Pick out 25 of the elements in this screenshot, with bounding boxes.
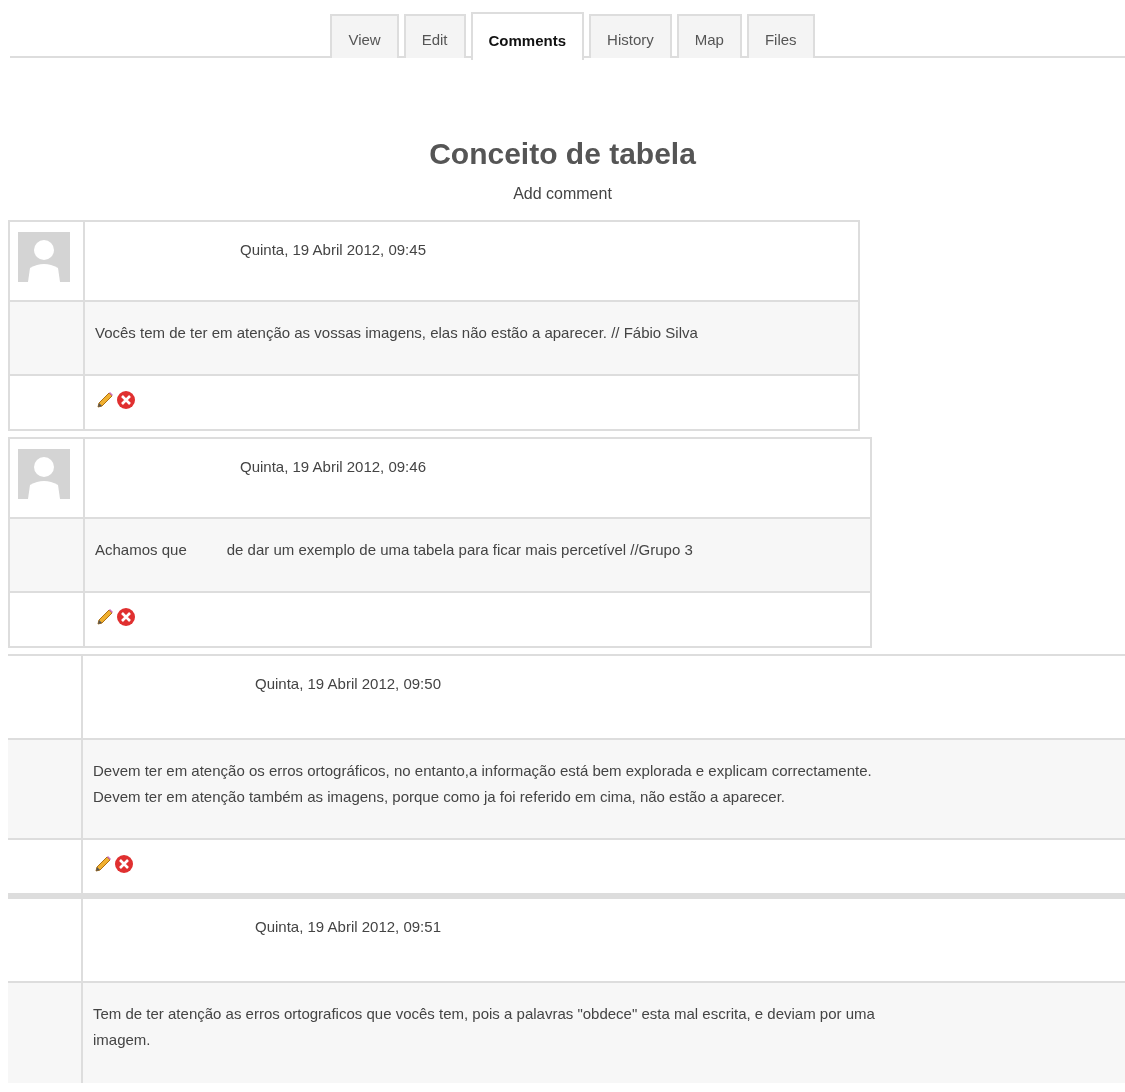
pencil-icon[interactable] — [95, 607, 115, 627]
tab[interactable]: Edit — [403, 14, 466, 58]
comment-text: de dar um exemplo de uma tabela para ficar mais percetível //Grupo 3 — [226, 540, 693, 560]
tab[interactable]: Map — [676, 14, 742, 58]
tab[interactable]: Files — [746, 14, 815, 58]
avatar-icon — [18, 232, 70, 282]
comment-text: Vocês tem de ter em atenção as vossas imagens, elas não estão a aparecer. // Fábio Silva — [95, 323, 698, 343]
tab[interactable]: History — [589, 14, 672, 58]
comment-date: Quinta, 19 Abril 2012, 09:45 — [240, 241, 426, 258]
pencil-icon[interactable] — [95, 390, 115, 410]
tab[interactable]: Comments — [470, 12, 585, 60]
comment-text: Devem ter em atenção os erros ortográficos, no entanto,a informação está bem explorada e explicam correctamente. Devem ter em atenção também as imagens, porque como ja foi referido em cima, não estão a aparecer. — [93, 761, 873, 807]
pencil-icon[interactable] — [93, 854, 113, 874]
delete-icon[interactable] — [114, 854, 134, 874]
add-comment-link[interactable]: Add comment — [513, 184, 612, 204]
delete-icon[interactable] — [116, 607, 136, 627]
avatar-icon — [18, 449, 70, 499]
comment-date: Quinta, 19 Abril 2012, 09:46 — [240, 458, 426, 475]
tab[interactable]: View — [330, 14, 399, 58]
comment-text: Achamos que — [95, 540, 187, 560]
comment-text: Tem de ter atenção as erros ortograficos que vocês tem, pois a palavras "obdece" esta mal escrita, e deviam por uma imagem. — [93, 1004, 876, 1050]
comment-date: Quinta, 19 Abril 2012, 09:51 — [255, 918, 441, 935]
delete-icon[interactable] — [116, 390, 136, 410]
page-title: Conceito de tabela — [428, 136, 697, 172]
comment-date: Quinta, 19 Abril 2012, 09:50 — [255, 675, 441, 692]
